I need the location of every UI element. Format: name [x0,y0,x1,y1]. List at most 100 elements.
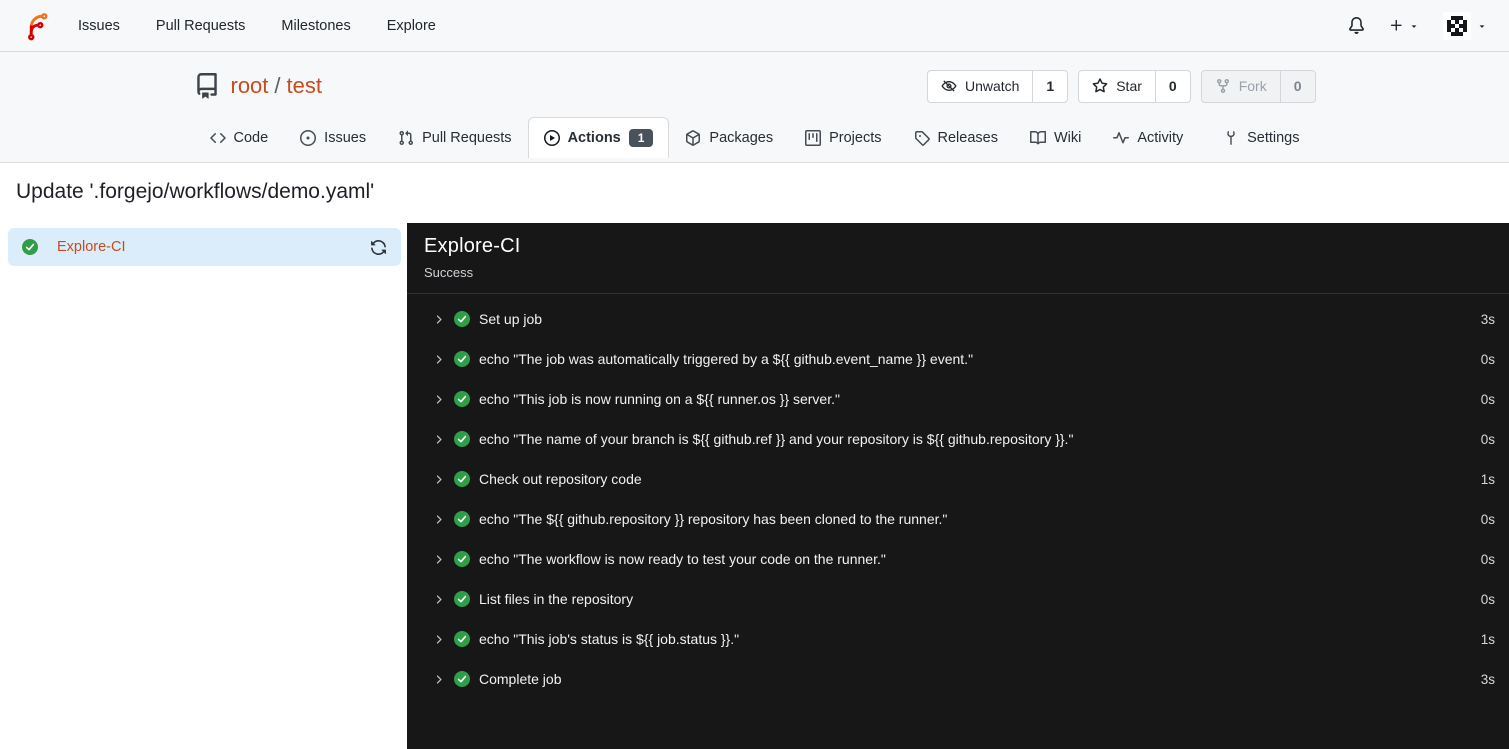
book-icon [1029,130,1046,146]
chevron-right-icon[interactable] [432,313,445,326]
forgejo-logo-icon[interactable] [22,11,52,41]
star-button[interactable]: Star 0 [1078,69,1191,103]
step-duration: 3s [1480,311,1495,327]
step-duration: 0s [1480,351,1495,367]
step-row-5[interactable]: Check out repository code 1s [407,459,1509,499]
success-check-icon [454,431,470,447]
nav-link-pull-requests[interactable]: Pull Requests [156,18,245,34]
top-navbar: Issues Pull Requests Milestones Explore [0,0,1509,52]
step-duration: 0s [1480,551,1495,567]
repo-name-link[interactable]: test [287,73,322,98]
step-row-8[interactable]: List files in the repository 0s [407,579,1509,619]
success-check-icon [454,471,470,487]
chevron-right-icon[interactable] [432,433,445,446]
success-check-icon [454,631,470,647]
chevron-right-icon[interactable] [432,513,445,526]
repo-owner-link[interactable]: root [231,73,269,98]
job-name-label: Explore-CI [57,239,126,255]
tab-count-badge: 1 [628,129,654,147]
chevron-right-icon[interactable] [432,473,445,486]
avatar [1443,11,1471,40]
success-check-icon [454,511,470,527]
tab-code[interactable]: Code [194,117,285,158]
package-icon [685,130,701,146]
step-row-4[interactable]: echo "The name of your branch is ${{ git… [407,419,1509,459]
step-row-3[interactable]: echo "This job is now running on a ${{ r… [407,379,1509,419]
run-title-row: Update '.forgejo/workflows/demo.yaml' [0,163,1509,223]
tab-wiki[interactable]: Wiki [1014,117,1097,158]
success-check-icon [454,551,470,567]
run-body: Explore-CI Explore-CI Success Set up job… [0,223,1509,749]
unwatch-count[interactable]: 1 [1032,70,1067,102]
step-row-9[interactable]: echo "This job's status is ${{ job.statu… [407,619,1509,659]
chevron-right-icon[interactable] [432,353,445,366]
step-row-7[interactable]: echo "The workflow is now ready to test … [407,539,1509,579]
chevron-right-icon[interactable] [432,673,445,686]
fork-icon [1215,78,1231,94]
star-count[interactable]: 0 [1154,70,1190,102]
step-name: Check out repository code [479,471,642,487]
create-new-button[interactable] [1389,18,1419,33]
job-steps-list: Set up job 3s echo "The job was automatica… [407,294,1509,699]
fork-button: Fork 0 [1200,69,1316,103]
step-name: Complete job [479,671,562,687]
tab-packages[interactable]: Packages [669,117,789,158]
user-menu-button[interactable] [1443,11,1487,40]
step-row-1[interactable]: Set up job 3s [407,299,1509,339]
chevron-right-icon[interactable] [432,593,445,606]
tab-label: Wiki [1053,130,1082,146]
step-row-6[interactable]: echo "The ${{ github.repository }} repos… [407,499,1509,539]
step-duration: 0s [1480,511,1495,527]
star-label: Star [1116,78,1142,94]
step-name: echo "The job was automatically triggere… [479,351,974,367]
chevron-right-icon[interactable] [432,393,445,406]
nav-link-issues[interactable]: Issues [78,18,120,34]
chevron-down-icon [1409,21,1419,31]
step-duration: 3s [1480,671,1495,687]
tools-icon [1223,130,1239,146]
tab-settings[interactable]: Settings [1207,117,1315,158]
issue-icon [300,130,317,146]
step-duration: 1s [1480,631,1495,647]
step-row-2[interactable]: echo "The job was automatically triggere… [407,339,1509,379]
step-name: echo "This job is now running on a ${{ r… [479,391,840,407]
tab-label: Actions [567,130,621,146]
navbar-links: Issues Pull Requests Milestones Explore [78,18,436,34]
tab-pull-requests[interactable]: Pull Requests [382,117,527,158]
tab-issues[interactable]: Issues [284,117,382,158]
star-icon [1092,78,1108,94]
step-name: echo "The ${{ github.repository }} repos… [479,511,948,527]
notifications-button[interactable] [1348,17,1365,34]
project-icon [805,130,822,146]
nav-link-milestones[interactable]: Milestones [281,18,350,34]
chevron-right-icon[interactable] [432,633,445,646]
step-row-10[interactable]: Complete job 3s [407,659,1509,699]
repo-action-buttons: Unwatch 1 Star 0 Fork 0 [926,69,1316,103]
success-check-icon [22,239,38,255]
fork-count[interactable]: 0 [1279,70,1315,102]
step-duration: 1s [1480,471,1495,487]
unwatch-label: Unwatch [964,78,1020,94]
tab-releases[interactable]: Releases [898,117,1014,158]
tab-projects[interactable]: Projects [789,117,897,158]
tag-icon [914,130,930,146]
tab-actions[interactable]: Actions 1 [527,117,670,158]
tab-label: Releases [937,130,998,146]
play-icon [543,130,560,146]
repo-tabs: Code Issues Pull Requests Actions 1 Packages P… [194,117,1316,158]
job-title: Explore-CI [424,235,521,257]
plus-icon [1389,18,1404,33]
unwatch-button[interactable]: Unwatch 1 [926,69,1069,103]
nav-link-explore[interactable]: Explore [387,18,436,34]
bell-icon [1348,17,1365,34]
tab-label: Packages [709,130,774,146]
step-duration: 0s [1480,591,1495,607]
tab-activity[interactable]: Activity [1097,117,1199,158]
chevron-right-icon[interactable] [432,553,445,566]
repo-breadcrumb: root / test [231,73,323,99]
pulse-icon [1113,130,1130,146]
success-check-icon [454,591,470,607]
rerun-refresh-icon[interactable] [370,239,387,256]
success-check-icon [454,351,470,367]
sidebar-job-explore-ci[interactable]: Explore-CI [8,228,401,266]
